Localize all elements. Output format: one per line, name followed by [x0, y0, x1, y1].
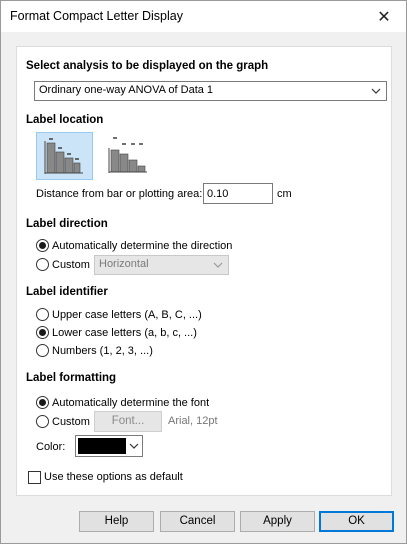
identifier-lower-label: Lower case letters (a, b, c, ...) [52, 327, 197, 339]
identifier-numbers-label: Numbers (1, 2, 3, ...) [52, 345, 153, 357]
formatting-auto-label: Automatically determine the font [52, 397, 210, 409]
label-location-heading: Label location [26, 114, 104, 126]
identifier-numbers-radio[interactable] [36, 344, 49, 357]
help-button[interactable]: Help [79, 511, 154, 532]
analysis-select[interactable]: Ordinary one-way ANOVA of Data 1 [34, 81, 387, 101]
identifier-upper-label: Upper case letters (A, B, C, ...) [52, 309, 202, 321]
title-bar: Format Compact Letter Display ✕ [1, 1, 406, 32]
color-label: Color: [36, 441, 66, 453]
label-above-area-option[interactable] [101, 132, 158, 180]
identifier-lower-radio[interactable] [36, 326, 49, 339]
font-button[interactable]: Font... [94, 411, 162, 432]
window-title: Format Compact Letter Display [10, 9, 183, 23]
label-direction-heading: Label direction [26, 218, 108, 230]
direction-auto-radio[interactable] [36, 239, 49, 252]
use-as-default-checkbox[interactable] [28, 471, 41, 484]
direction-select[interactable]: Horizontal [94, 255, 229, 275]
analysis-heading: Select analysis to be displayed on the g… [26, 60, 269, 72]
formatting-auto-radio[interactable] [36, 396, 49, 409]
distance-unit: cm [277, 188, 292, 200]
identifier-upper-radio[interactable] [36, 308, 49, 321]
direction-custom-radio[interactable] [36, 258, 49, 271]
options-panel: Select analysis to be displayed on the g… [16, 46, 392, 496]
label-on-bar-icon [44, 138, 83, 174]
formatting-custom-radio[interactable] [36, 415, 49, 428]
distance-label: Distance from bar or plotting area: [36, 188, 203, 200]
chevron-down-icon [213, 262, 223, 268]
ok-button[interactable]: OK [319, 511, 394, 532]
use-as-default-label: Use these options as default [44, 471, 183, 483]
chevron-down-icon [371, 88, 381, 94]
color-picker[interactable] [75, 435, 143, 457]
direction-custom-label: Custom [52, 259, 90, 271]
color-swatch [78, 438, 126, 454]
close-icon[interactable]: ✕ [362, 1, 406, 32]
label-identifier-heading: Label identifier [26, 286, 108, 298]
font-description: Arial, 12pt [168, 415, 218, 427]
distance-input[interactable] [203, 183, 273, 204]
cancel-button[interactable]: Cancel [160, 511, 235, 532]
formatting-custom-label: Custom [52, 416, 90, 428]
direction-select-value: Horizontal [99, 258, 149, 270]
analysis-select-value: Ordinary one-way ANOVA of Data 1 [39, 84, 214, 96]
chevron-down-icon [129, 443, 139, 449]
label-above-area-icon [108, 137, 147, 173]
format-cld-dialog: Format Compact Letter Display ✕ Select a… [0, 0, 407, 544]
direction-auto-label: Automatically determine the direction [52, 240, 233, 252]
label-formatting-heading: Label formatting [26, 372, 117, 384]
apply-button[interactable]: Apply [240, 511, 315, 532]
label-on-bar-option[interactable] [36, 132, 93, 180]
